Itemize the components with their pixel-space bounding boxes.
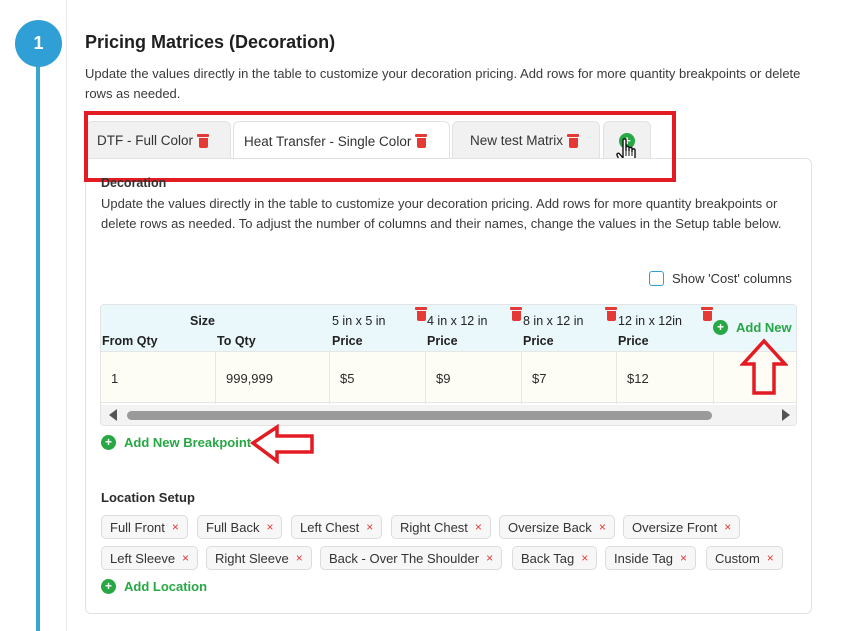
step-number: 1 [33,33,44,53]
plus-circle-icon: + [101,579,116,594]
chip-label: Back - Over The Shoulder [329,550,480,566]
show-cost-toggle[interactable]: Show 'Cost' columns [649,271,792,286]
trash-icon[interactable] [415,134,428,148]
table-scrollbar[interactable] [101,405,796,425]
trash-icon[interactable] [415,307,427,321]
tab-label: DTF - Full Color [97,133,194,148]
from-qty-header: From Qty [102,334,158,348]
annotation-left-arrow [250,424,314,464]
column-size-label: 8 in x 12 in [523,314,584,328]
show-cost-checkbox[interactable] [649,271,664,286]
show-cost-label: Show 'Cost' columns [672,271,792,286]
to-qty-cell[interactable]: 999,999 [216,352,330,404]
plus-circle-icon: + [713,320,728,335]
chip-label: Back Tag [521,550,575,566]
chip-label: Full Front [110,519,165,535]
trash-icon[interactable] [510,307,522,321]
size-header: Size [190,314,216,328]
annotation-up-arrow [740,338,788,395]
trash-icon[interactable] [605,307,617,321]
close-icon[interactable]: × [182,551,189,565]
location-chip: Right Sleeve × [206,546,312,570]
chip-label: Left Sleeve [110,550,176,566]
table-header: Size From Qty To Qty 5 in x 5 in Price 4… [101,305,796,351]
close-icon[interactable]: × [296,551,303,565]
pricing-table: Size From Qty To Qty 5 in x 5 in Price 4… [100,304,797,426]
trash-icon[interactable] [567,133,580,148]
location-chip: Full Back × [197,515,283,539]
location-chip: Full Front × [101,515,188,539]
price-cell[interactable]: $9 [426,352,522,404]
caret-left-icon[interactable] [109,409,117,421]
chip-label: Left Chest [300,519,360,535]
price-cell[interactable]: $7 [522,352,617,404]
column-size-label: 4 in x 12 in [427,314,488,328]
tab-label: New test Matrix [470,133,564,148]
location-chip: Left Chest × [291,515,383,539]
close-icon[interactable]: × [475,520,482,534]
decoration-label: Decoration [101,176,167,190]
add-new-column-button[interactable]: + Add New [713,320,792,335]
tab-label: Heat Transfer - Single Color [244,133,412,149]
to-qty-header: To Qty [217,334,256,348]
location-chip: Oversize Back × [499,515,615,539]
location-chip: Custom × [706,546,783,570]
table-row: 1 999,999 $5 $9 $7 $12 [101,351,796,404]
location-chip: Back - Over The Shoulder × [320,546,503,570]
close-icon[interactable]: × [266,520,273,534]
tab-new-test-matrix[interactable]: New test Matrix [452,121,600,159]
location-chip: Left Sleeve × [101,546,199,570]
trash-icon[interactable] [197,133,210,148]
close-icon[interactable]: × [724,520,731,534]
plus-circle-icon: + [101,435,116,450]
price-cell[interactable]: $5 [330,352,426,404]
location-setup-label: Location Setup [101,490,195,505]
close-icon[interactable]: × [366,520,373,534]
location-chip: Inside Tag × [605,546,697,570]
page-description: Update the values directly in the table … [85,66,801,101]
close-icon[interactable]: × [767,551,774,565]
column-size-label: 5 in x 5 in [332,314,386,328]
add-location-label: Add Location [124,579,208,594]
tab-dtf-full-color[interactable]: DTF - Full Color [86,121,231,159]
location-chip: Back Tag × [512,546,598,570]
scrollbar-thumb[interactable] [127,411,712,420]
add-location-button[interactable]: + Add Location [101,579,207,594]
location-chip: Oversize Front × [623,515,741,539]
close-icon[interactable]: × [581,551,588,565]
from-qty-cell[interactable]: 1 [101,352,216,404]
column-price-label: Price [618,334,649,348]
column-price-label: Price [523,334,554,348]
close-icon[interactable]: × [680,551,687,565]
column-price-label: Price [427,334,458,348]
price-cell[interactable]: $12 [617,352,714,404]
tab-heat-transfer-single-color[interactable]: Heat Transfer - Single Color [233,121,450,160]
chip-label: Full Back [206,519,260,535]
decoration-description: Update the values directly in the table … [101,196,782,231]
add-new-breakpoint-button[interactable]: + Add New Breakpoint [101,435,251,450]
chip-label: Right Sleeve [215,550,289,566]
location-chip: Right Chest × [391,515,491,539]
step-number-badge: 1 [15,20,62,67]
close-icon[interactable]: × [599,520,606,534]
trash-icon[interactable] [701,307,713,321]
column-price-label: Price [332,334,363,348]
close-icon[interactable]: × [172,520,179,534]
add-breakpoint-label: Add New Breakpoint [124,435,252,450]
add-new-column-label: Add New [736,320,792,335]
chip-label: Right Chest [400,519,468,535]
chip-label: Oversize Back [508,519,592,535]
chip-label: Oversize Front [632,519,718,535]
step-timeline-line [36,50,40,631]
page-title: Pricing Matrices (Decoration) [85,32,336,52]
caret-right-icon[interactable] [782,409,790,421]
chip-label: Custom [715,550,760,566]
column-size-label: 12 in x 12in [618,314,682,328]
chip-label: Inside Tag [614,550,674,566]
close-icon[interactable]: × [486,551,493,565]
